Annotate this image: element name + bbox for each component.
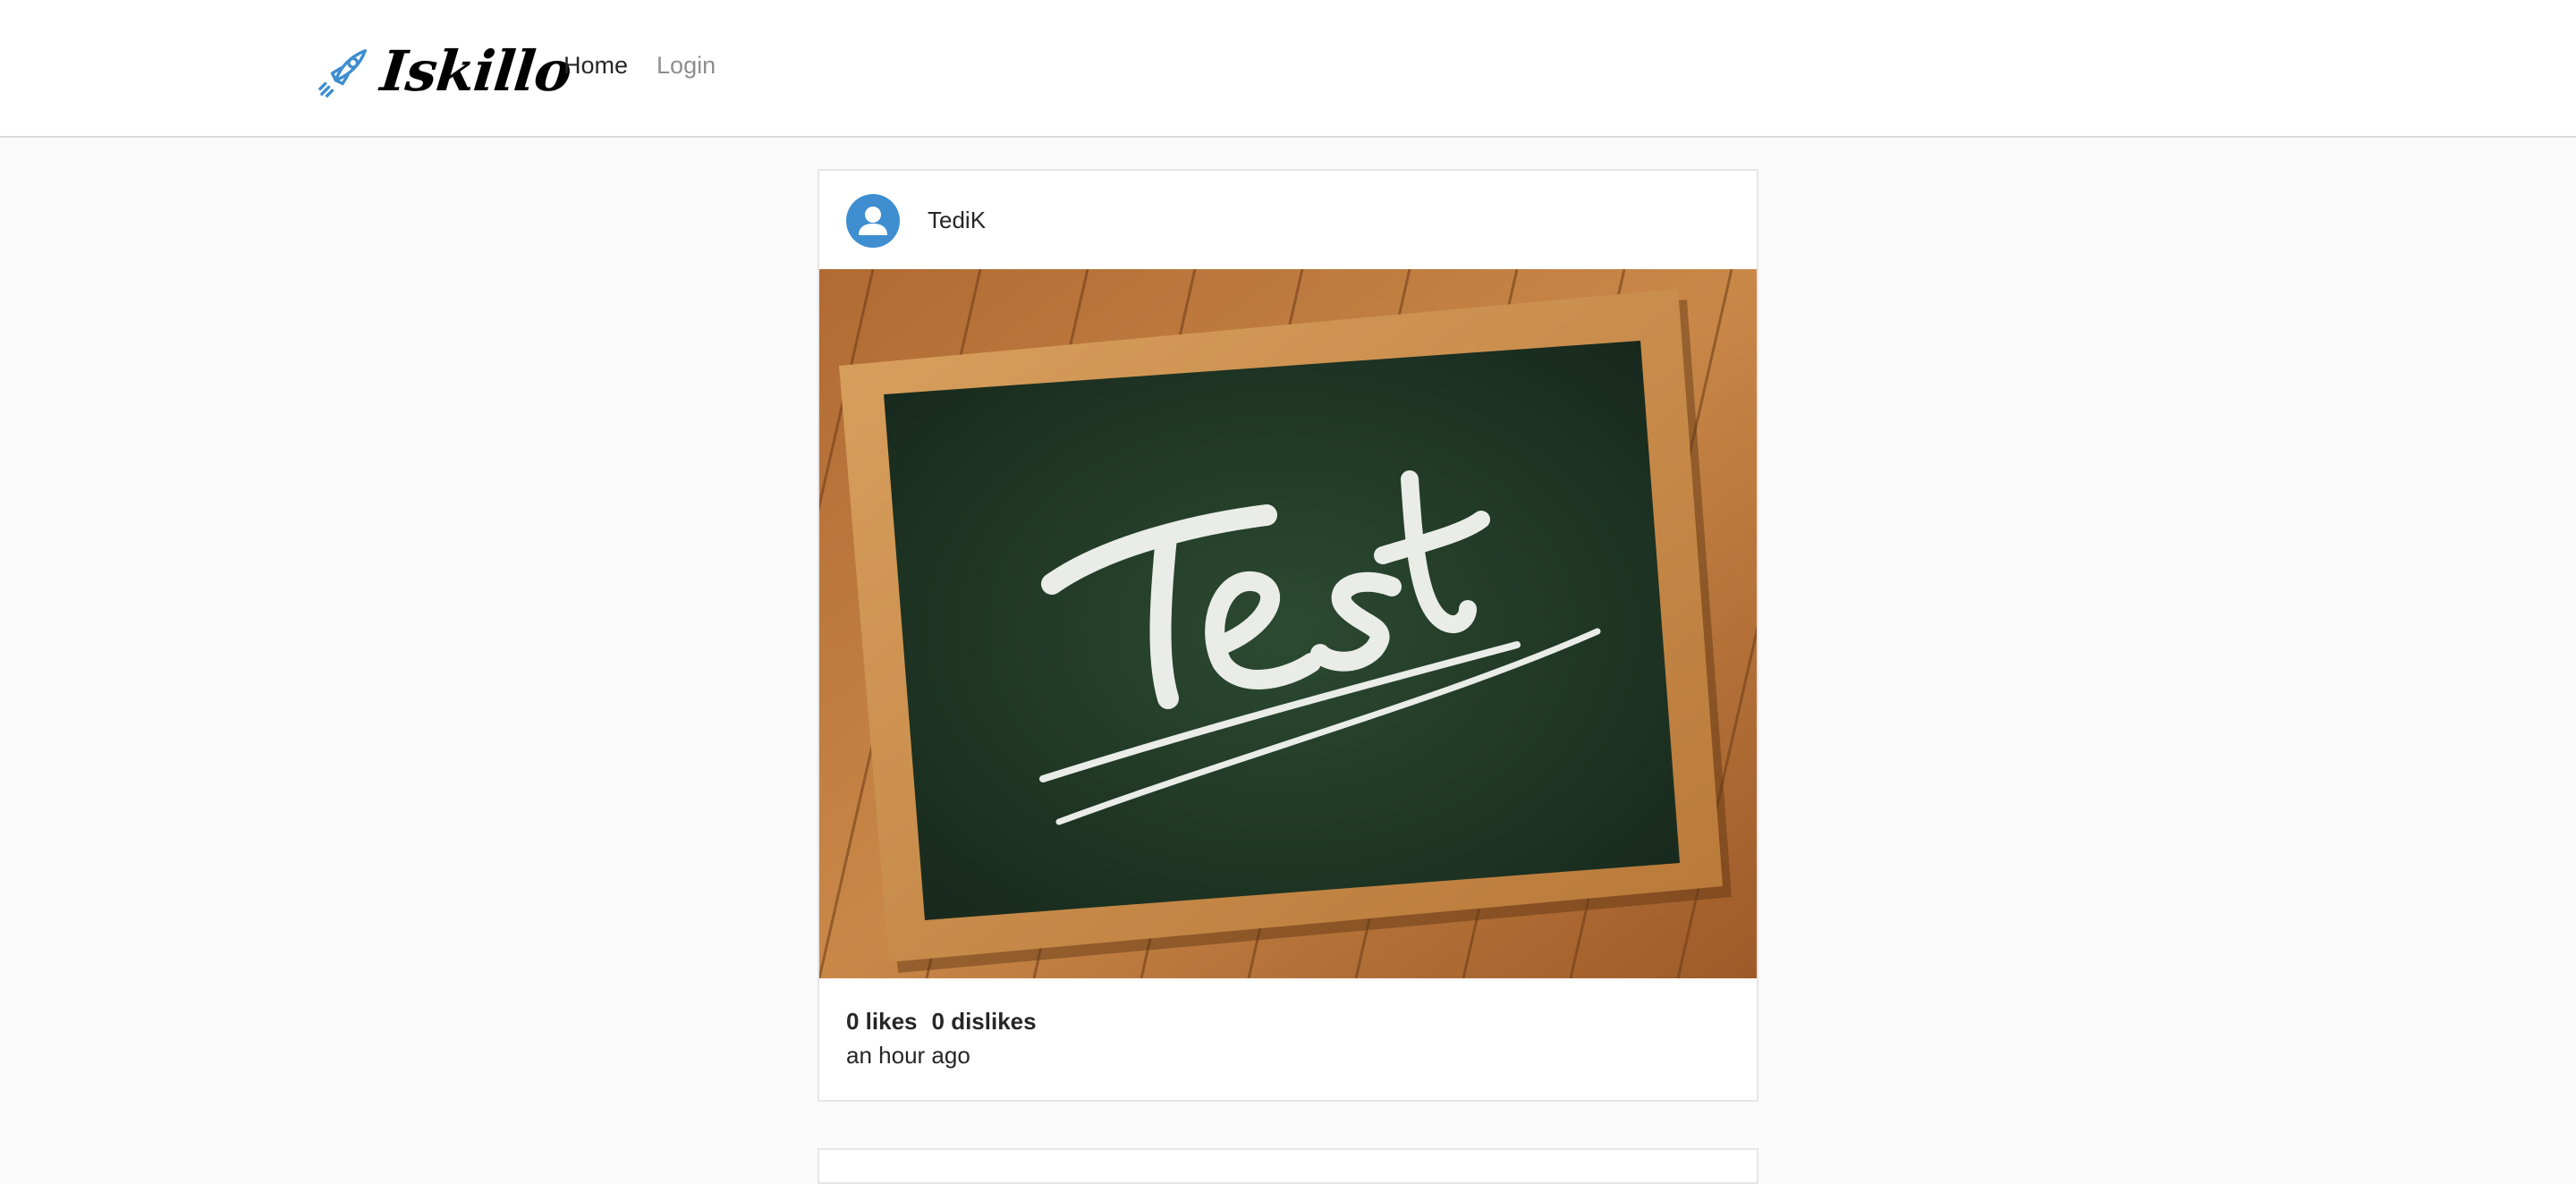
- brand-wordmark: Iskillo: [377, 38, 574, 104]
- brand-logo[interactable]: Iskillo: [317, 36, 574, 107]
- dislikes-count[interactable]: 0 dislikes: [932, 1008, 1037, 1036]
- post-author[interactable]: TediK: [928, 207, 986, 234]
- top-navbar: Iskillo Home Login: [0, 0, 2576, 138]
- post-card: TediK 0 likes 0 dislikes an hour ago: [818, 169, 1758, 1102]
- rocket-icon: [318, 49, 367, 97]
- post-card-next: [818, 1148, 1758, 1184]
- post-stats: 0 likes 0 dislikes: [846, 1008, 1037, 1036]
- user-avatar-icon[interactable]: [846, 194, 900, 248]
- nav-link-login[interactable]: Login: [657, 52, 716, 80]
- post-image[interactable]: [819, 269, 1757, 978]
- post-timestamp: an hour ago: [846, 1042, 970, 1069]
- likes-count[interactable]: 0 likes: [846, 1008, 918, 1036]
- nav-link-home[interactable]: Home: [564, 52, 628, 80]
- post-header: TediK: [819, 171, 1757, 269]
- main-nav: Home Login: [564, 52, 716, 80]
